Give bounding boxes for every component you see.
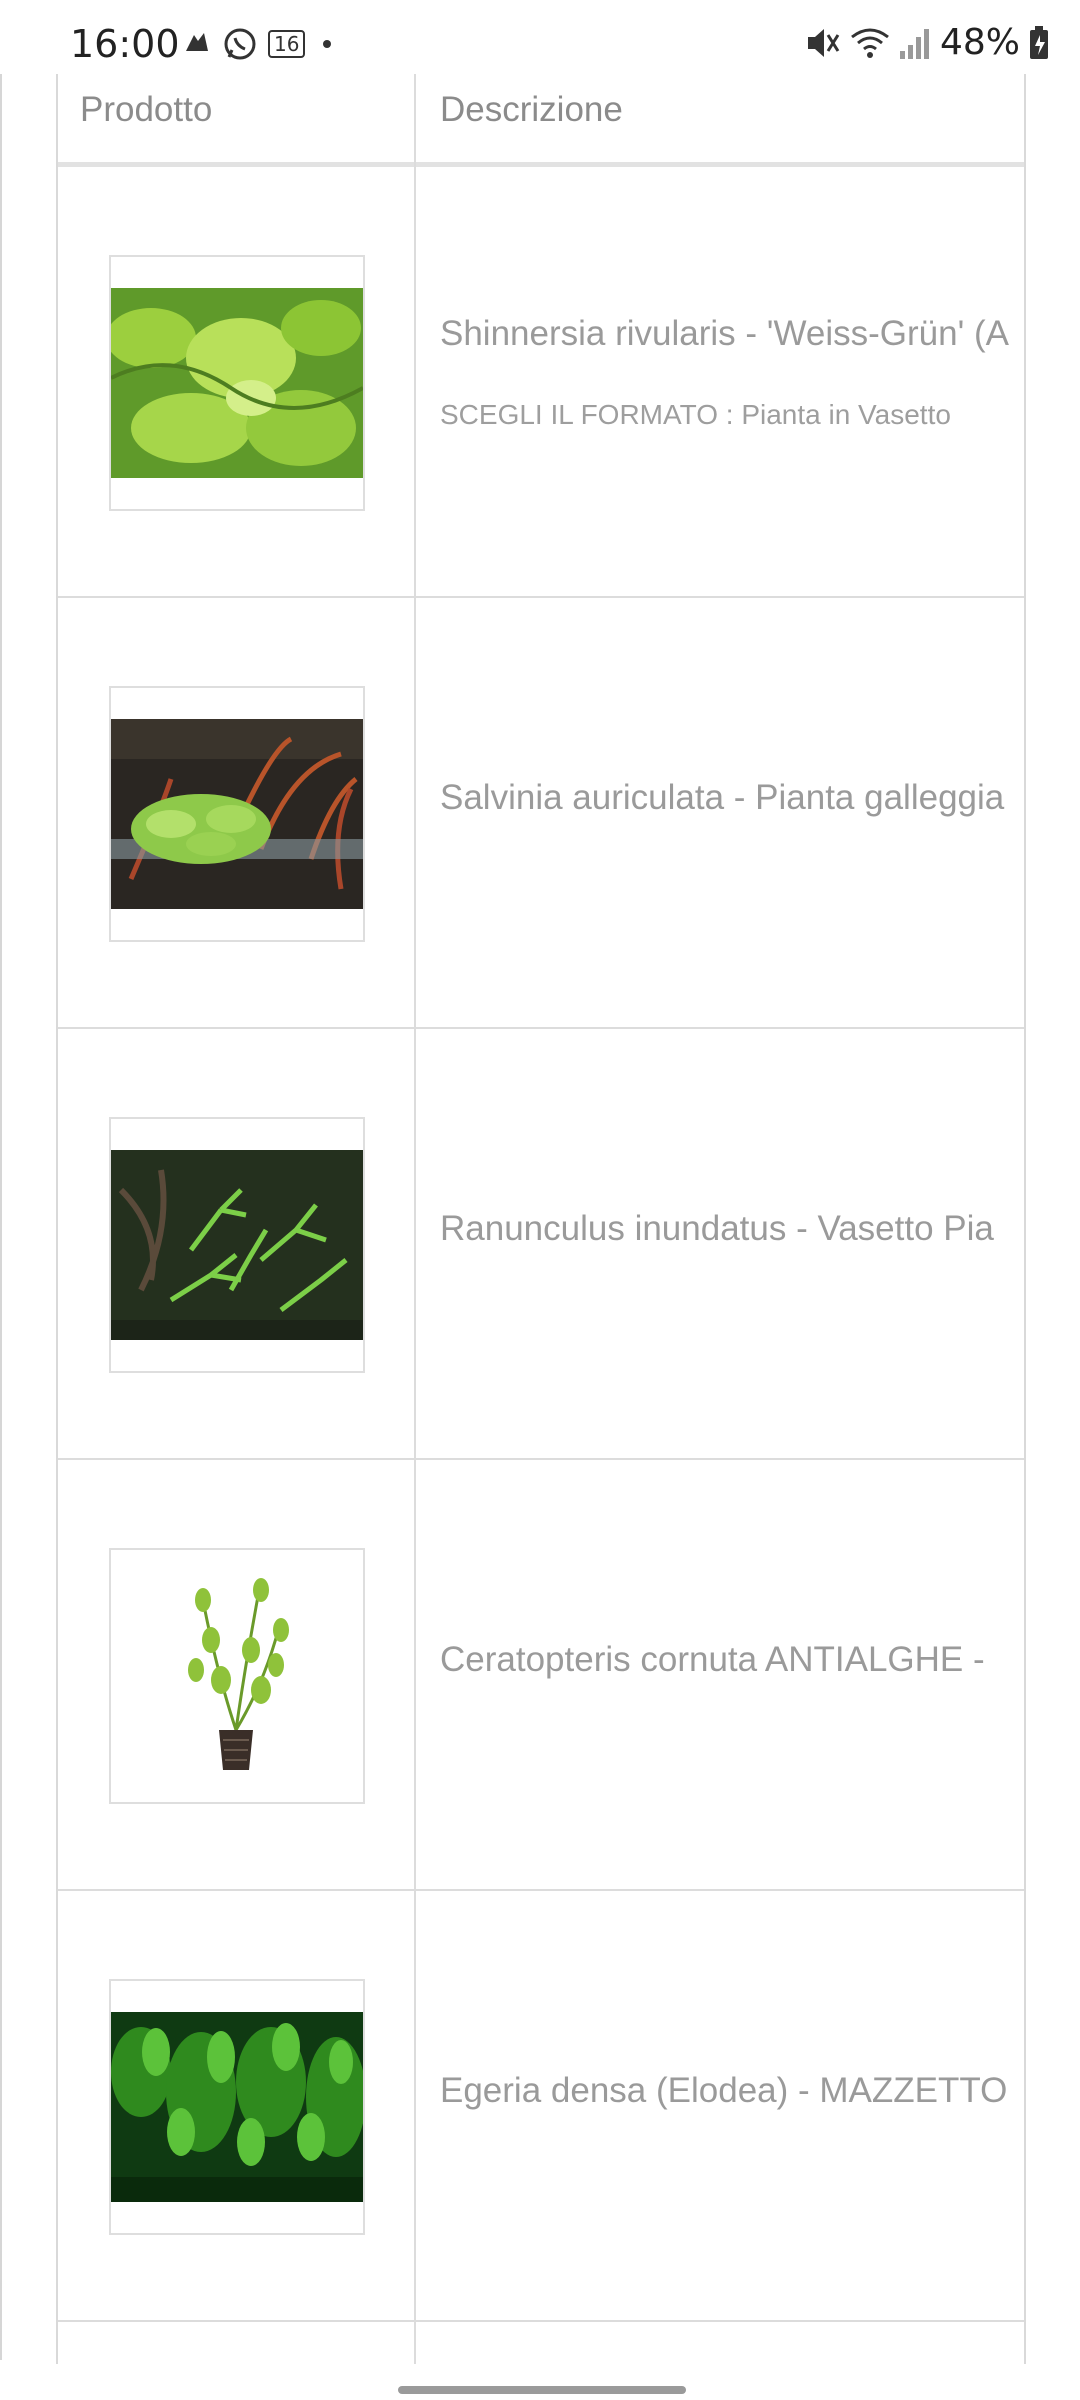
header-product: Prodotto — [80, 90, 213, 129]
system-icons: 48% — [804, 22, 1050, 63]
battery-percent: 48% — [939, 22, 1020, 63]
more-dot-icon — [323, 40, 332, 48]
product-title[interactable]: Shinnersia rivularis - 'Weiss-Grün' (A — [440, 314, 1009, 354]
product-title[interactable]: Ceratopteris cornuta ANTIALGHE - — [440, 1640, 985, 1680]
whatsapp-icon — [224, 28, 256, 60]
home-indicator[interactable] — [398, 2386, 686, 2394]
notification-app-icon — [186, 33, 208, 51]
header-description: Descrizione — [440, 90, 623, 129]
plant-photo — [111, 719, 363, 909]
product-image[interactable] — [109, 255, 365, 511]
mute-icon — [807, 28, 840, 57]
plant-photo — [111, 1150, 363, 1340]
status-bar: 16:00 16 48% — [0, 0, 1080, 74]
product-table: Prodotto Descrizione Shinnersia rivulari… — [56, 74, 1026, 2364]
table-row: Salvinia auriculata - Pianta galleggia — [58, 598, 1024, 1029]
product-title[interactable]: Egeria densa (Elodea) - MAZZETTO — [440, 2071, 1007, 2111]
signal-icon — [899, 28, 929, 59]
table-row: Ranunculus inundatus - Vasetto Pia — [58, 1029, 1024, 1460]
plant-photo — [111, 1550, 363, 1802]
notification-icons: 16 — [182, 26, 332, 62]
product-variant: SCEGLI IL FORMATO : Pianta in Vasetto — [440, 399, 951, 430]
product-image[interactable] — [109, 1979, 365, 2235]
battery-icon — [1030, 25, 1048, 59]
page-left-border — [0, 74, 2, 2360]
plant-photo — [111, 288, 363, 478]
table-row: Ceratopteris cornuta ANTIALGHE - — [58, 1460, 1024, 1891]
product-title[interactable]: Salvinia auriculata - Pianta galleggia — [440, 778, 1004, 818]
plant-photo — [111, 2012, 363, 2202]
product-image[interactable] — [109, 686, 365, 942]
product-image[interactable] — [109, 1548, 365, 1804]
table-row: Egeria densa (Elodea) - MAZZETTO — [58, 1891, 1024, 2322]
table-row: Shinnersia rivularis - 'Weiss-Grün' (A S… — [58, 167, 1024, 598]
product-title[interactable]: Ranunculus inundatus - Vasetto Pia — [440, 1209, 994, 1249]
status-time: 16:00 — [70, 22, 180, 66]
calendar-badge-icon: 16 — [268, 30, 306, 58]
wifi-icon — [851, 28, 889, 58]
table-header: Prodotto Descrizione — [58, 74, 1024, 167]
product-image[interactable] — [109, 1117, 365, 1373]
